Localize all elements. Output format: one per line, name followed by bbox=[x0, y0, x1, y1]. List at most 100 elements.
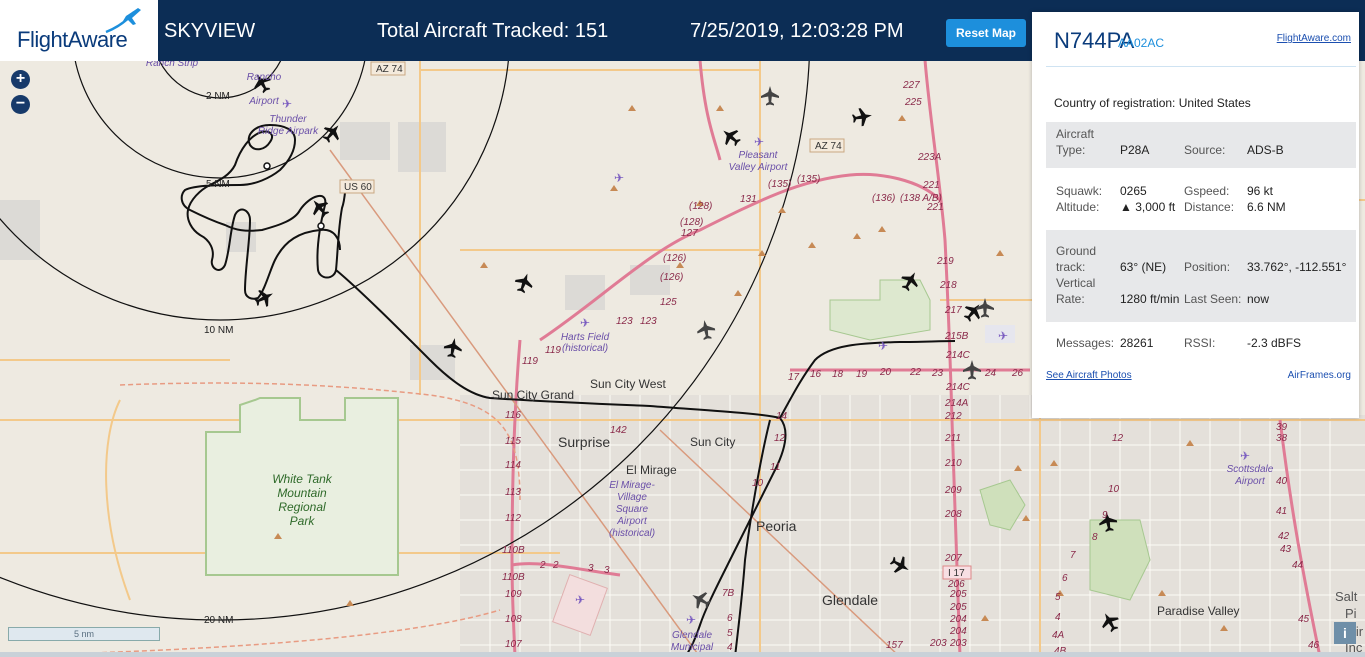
route-label: 38 bbox=[1276, 433, 1288, 444]
route-label: 127 bbox=[681, 228, 698, 239]
place-label: Glendale bbox=[822, 592, 878, 608]
ring-label: 20 NM bbox=[204, 615, 233, 626]
info-button[interactable]: i bbox=[1334, 622, 1356, 644]
route-label: 203 bbox=[929, 638, 947, 649]
svg-text:✈: ✈ bbox=[754, 135, 764, 149]
route-label: 116 bbox=[505, 410, 521, 421]
current-datetime: 7/25/2019, 12:03:28 PM bbox=[690, 20, 904, 42]
scale-bar: 5 nm bbox=[8, 627, 160, 641]
route-label: 221 bbox=[922, 180, 940, 191]
airport-label: Scottsdale bbox=[1227, 464, 1274, 475]
route-label: 10 bbox=[1108, 484, 1120, 495]
route-label: 24 bbox=[984, 368, 997, 379]
route-label: 115 bbox=[505, 436, 521, 447]
route-label: 227 bbox=[902, 80, 920, 91]
route-label: 211 bbox=[944, 433, 961, 444]
zoom-out-button[interactable]: − bbox=[11, 95, 30, 114]
country-label: Country of registration: bbox=[1054, 96, 1176, 110]
flightaware-logo[interactable]: FlightAware bbox=[0, 0, 158, 61]
divider bbox=[1046, 66, 1356, 67]
aircraft-type-value: P28A bbox=[1120, 143, 1150, 157]
route-label: 214A bbox=[944, 398, 969, 409]
route-label: 214C bbox=[945, 350, 971, 361]
route-label: (126) bbox=[660, 272, 683, 283]
airport-label: Airport bbox=[616, 516, 648, 527]
route-label: 23 bbox=[931, 368, 944, 379]
route-label: (128) bbox=[680, 217, 703, 228]
airport-label: Square bbox=[616, 504, 649, 515]
route-label: 109 bbox=[505, 589, 522, 600]
rssi-label: RSSI: bbox=[1184, 336, 1216, 350]
messages-value: 28261 bbox=[1120, 336, 1154, 350]
route-label: 142 bbox=[610, 425, 627, 436]
route-label: 204 bbox=[949, 614, 967, 625]
route-label: 14 bbox=[776, 411, 788, 422]
aircraft-info-panel: N744PA AA02AC FlightAware.com Country of… bbox=[1032, 12, 1359, 418]
route-label: 210 bbox=[944, 458, 962, 469]
route-label: 19 bbox=[856, 369, 868, 380]
route-label: 204 bbox=[949, 626, 967, 637]
lastseen-value: now bbox=[1247, 292, 1270, 306]
position-label: Position: bbox=[1184, 260, 1231, 274]
aircraft-photos-link[interactable]: See Aircraft Photos bbox=[1046, 370, 1132, 381]
svg-text:✈: ✈ bbox=[878, 339, 888, 353]
airport-label: Pleasant bbox=[739, 150, 779, 161]
highway-shield: AZ 74 bbox=[376, 64, 403, 75]
route-label: 6 bbox=[1062, 573, 1068, 584]
route-label: 7B bbox=[722, 588, 735, 599]
route-label: 123 bbox=[616, 316, 633, 327]
route-label: 26 bbox=[1011, 368, 1024, 379]
place-label: Salt bbox=[1335, 589, 1358, 604]
route-label: (135) bbox=[797, 174, 820, 185]
distance-label: Distance: bbox=[1184, 200, 1235, 214]
route-label: 225 bbox=[904, 97, 922, 108]
park-label: White Tank bbox=[272, 472, 333, 486]
altitude-value: ▲ 3,000 ft bbox=[1120, 200, 1176, 214]
park-label: Park bbox=[290, 514, 316, 528]
route-label: 45 bbox=[1298, 614, 1310, 625]
svg-text:✈: ✈ bbox=[575, 593, 585, 607]
route-label: 6 bbox=[727, 613, 733, 624]
reset-map-button[interactable]: Reset Map bbox=[946, 19, 1026, 47]
park-label: Regional bbox=[278, 500, 326, 514]
route-label: 46 bbox=[1308, 640, 1320, 651]
route-label: 157 bbox=[886, 640, 903, 651]
ring-label: 5 NM bbox=[206, 179, 230, 190]
route-label: 223A bbox=[917, 152, 942, 163]
place-label: Sun City West bbox=[590, 377, 666, 391]
route-label: 218 bbox=[939, 280, 957, 291]
place-label: Sun City bbox=[690, 435, 735, 449]
squawk-label: Squawk: bbox=[1056, 184, 1103, 198]
track-label: Ground track: bbox=[1056, 244, 1097, 274]
route-label: (136) bbox=[872, 193, 895, 204]
route-label: 39 bbox=[1276, 422, 1288, 433]
aircraft-type-section: Aircraft Type: P28A Source: ADS-B bbox=[1046, 122, 1356, 168]
horizontal-scrollbar[interactable] bbox=[0, 652, 1365, 657]
park-label: Mountain bbox=[277, 486, 327, 500]
airport-label: Ridge Airpark bbox=[258, 126, 319, 137]
svg-text:✈: ✈ bbox=[998, 329, 1008, 343]
route-label: 214C bbox=[945, 382, 971, 393]
airport-label: Harts Field bbox=[561, 332, 610, 343]
route-label: 3 bbox=[588, 563, 594, 574]
route-label: 112 bbox=[505, 513, 521, 524]
vrate-label: Vertical Rate: bbox=[1056, 276, 1096, 306]
route-label: 41 bbox=[1276, 506, 1287, 517]
route-label: 16 bbox=[810, 369, 822, 380]
place-label: Pi bbox=[1345, 606, 1357, 621]
highway-shield: I 17 bbox=[948, 568, 965, 579]
squawk-section: Squawk: 0265 Gspeed: 96 kt Altitude: ▲ 3… bbox=[1046, 183, 1356, 219]
route-label: 44 bbox=[1292, 560, 1304, 571]
track-section: Ground track: 63° (NE) Position: 33.762°… bbox=[1046, 230, 1356, 322]
place-label: Sun City Grand bbox=[492, 388, 574, 402]
route-label: 2 bbox=[552, 560, 559, 571]
flightaware-link[interactable]: FlightAware.com bbox=[1277, 33, 1351, 44]
source-value: ADS-B bbox=[1247, 143, 1284, 157]
aircraft-hex: AA02AC bbox=[1118, 36, 1165, 50]
zoom-in-button[interactable]: + bbox=[11, 70, 30, 89]
route-label: 11 bbox=[770, 462, 780, 473]
route-label: 20 bbox=[879, 367, 892, 378]
airframes-link[interactable]: AirFrames.org bbox=[1288, 370, 1351, 381]
route-label: 5 bbox=[1055, 592, 1061, 603]
ring-label: 10 NM bbox=[204, 325, 233, 336]
